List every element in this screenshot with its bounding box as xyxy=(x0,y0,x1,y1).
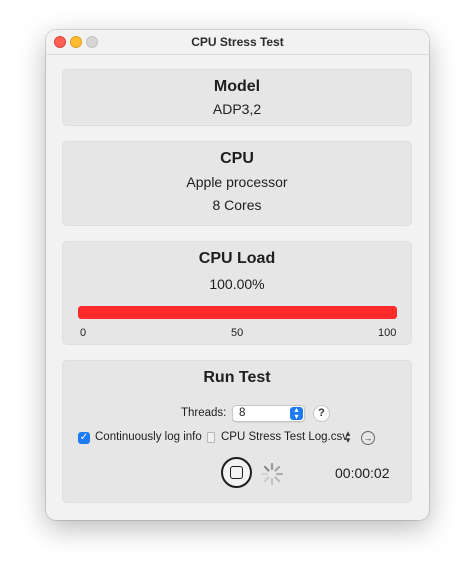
title-bar: CPU Stress Test xyxy=(46,30,429,55)
cpu-load-value: 100.00% xyxy=(209,276,265,292)
stop-button[interactable] xyxy=(221,457,252,488)
model-heading: Model xyxy=(213,78,261,95)
run-test-panel: Run Test Threads: 8 ▴ ▾ ? ✓ Continuously … xyxy=(62,360,412,503)
arrow-right-circle-icon[interactable]: → xyxy=(361,431,375,445)
elapsed-timer: 00:00:02 xyxy=(335,465,390,481)
threads-row: Threads: 8 ▴ ▾ ? xyxy=(63,405,411,423)
cpu-name: Apple processor xyxy=(186,174,288,190)
scale-label-max: 100 xyxy=(378,327,397,339)
scale-label-min: 0 xyxy=(80,327,87,339)
chevron-up-down-icon: ▴ ▾ xyxy=(290,406,303,420)
help-button[interactable]: ? xyxy=(313,405,330,422)
spinner-icon xyxy=(260,462,284,486)
log-row: ✓ Continuously log info CPU Stress Test … xyxy=(63,428,411,447)
continuous-log-label: Continuously log info xyxy=(95,431,202,443)
window-title: CPU Stress Test xyxy=(191,35,284,49)
threads-select[interactable]: 8 ▴ ▾ xyxy=(232,405,305,422)
model-panel: Model ADP3,2 xyxy=(62,69,412,126)
app-window: CPU Stress Test Model ADP3,2 CPU Apple p… xyxy=(46,30,429,520)
continuous-log-checkbox[interactable]: ✓ xyxy=(78,432,90,444)
cpu-load-progress-fill xyxy=(78,306,397,319)
chevron-up-down-icon: ▴ ▾ xyxy=(345,428,351,445)
scale-label-mid: 50 xyxy=(231,327,244,339)
cpu-load-panel: CPU Load 100.00% 0 50 100 xyxy=(62,241,412,345)
cpu-load-progress-bar xyxy=(78,306,397,319)
threads-value: 8 xyxy=(239,407,246,419)
model-value: ADP3,2 xyxy=(212,101,262,117)
cpu-panel: CPU Apple processor 8 Cores xyxy=(62,141,412,226)
run-test-heading: Run Test xyxy=(203,369,271,386)
stop-icon xyxy=(230,466,243,479)
cpu-heading: CPU xyxy=(220,150,254,167)
cpu-cores: 8 Cores xyxy=(212,197,262,213)
cpu-load-heading: CPU Load xyxy=(198,250,276,267)
threads-label: Threads: xyxy=(181,407,227,419)
log-file-popup[interactable]: CPU Stress Test Log.csv xyxy=(221,431,348,443)
document-icon xyxy=(207,432,215,443)
